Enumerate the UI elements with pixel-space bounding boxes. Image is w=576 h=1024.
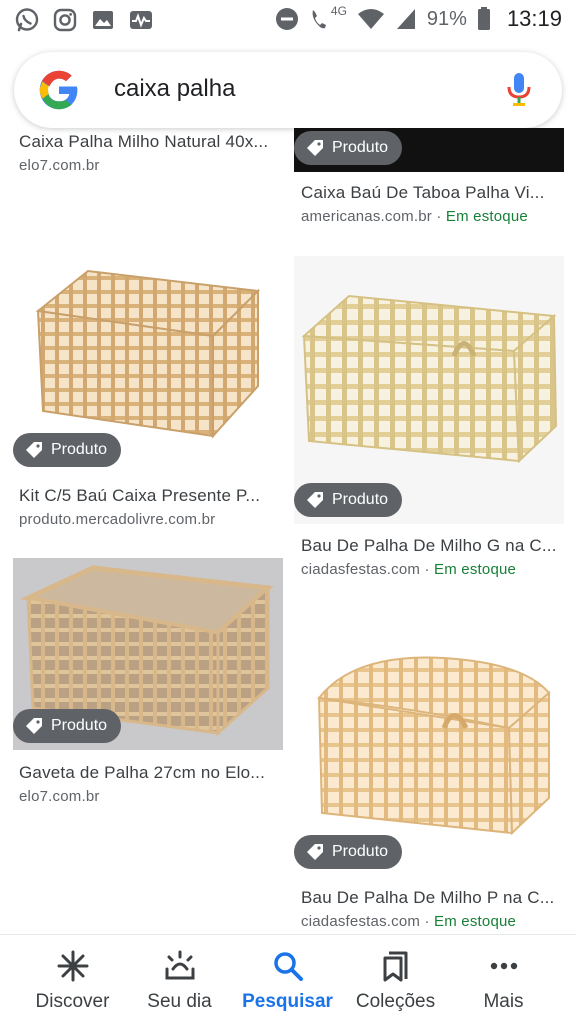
- gallery-icon: [93, 11, 113, 29]
- asterisk-icon: [57, 950, 88, 982]
- sunrise-icon: [165, 950, 194, 980]
- instagram-icon: [53, 8, 77, 32]
- result-card[interactable]: Produto Kit C/5 Baú Caixa Presente P... …: [13, 206, 283, 536]
- wifi-call-icon: [312, 10, 326, 29]
- battery-icon: [477, 7, 490, 30]
- nav-colecoes[interactable]: Coleções: [338, 949, 453, 1013]
- result-source: elo7.com.br: [19, 157, 100, 174]
- result-card[interactable]: Caixa Palha Milho Natural 40x... elo7.co…: [0, 128, 288, 188]
- tag-icon: [307, 140, 323, 156]
- whatsapp-icon: [15, 8, 39, 32]
- stock-status: Em estoque: [434, 561, 517, 578]
- stock-status: Em estoque: [434, 913, 517, 930]
- results-grid: Caixa Palha Milho Natural 40x... elo7.co…: [0, 128, 576, 934]
- result-source: ciadasfestas.com · Em estoque: [301, 561, 517, 578]
- clock: 13:19: [506, 6, 562, 31]
- nav-pesquisar[interactable]: Pesquisar: [230, 949, 345, 1013]
- signal-icon: [396, 9, 415, 29]
- search-query[interactable]: caixa palha: [114, 75, 235, 103]
- tag-icon: [307, 844, 323, 860]
- wifi-icon: [357, 9, 384, 29]
- product-badge: Produto: [294, 483, 403, 517]
- dnd-icon: [275, 8, 298, 30]
- more-dots-icon: [490, 962, 517, 970]
- result-title[interactable]: Gaveta de Palha 27cm no Elo...: [19, 763, 265, 783]
- network-indicator: 4G: [309, 4, 347, 31]
- result-source: americanas.com.br · Em estoque: [301, 208, 528, 225]
- result-title[interactable]: Caixa Baú De Taboa Palha Vi...: [301, 183, 545, 203]
- google-logo-icon: [39, 70, 78, 110]
- tag-icon: [307, 492, 323, 508]
- bookmarks-icon: [383, 951, 407, 982]
- stock-status: Em estoque: [445, 208, 528, 225]
- result-source: produto.mercadolivre.com.br: [19, 511, 216, 528]
- result-title[interactable]: Caixa Palha Milho Natural 40x...: [19, 132, 268, 152]
- result-card[interactable]: Produto Gaveta de Palha 27cm no Elo... e…: [13, 558, 283, 818]
- tag-icon: [26, 718, 42, 734]
- result-title[interactable]: Bau De Palha De Milho G na C...: [301, 536, 557, 556]
- activity-icon: [130, 11, 152, 29]
- result-card[interactable]: Produto Bau De Palha De Milho P na C... …: [294, 608, 564, 934]
- nav-discover[interactable]: Discover: [15, 949, 130, 1013]
- battery-percent: 91%: [426, 7, 467, 30]
- bottom-navigation: Discover Seu dia Pesquisar Coleções Mais: [0, 934, 576, 1024]
- nav-mais[interactable]: Mais: [446, 949, 561, 1013]
- result-title[interactable]: Bau De Palha De Milho P na C...: [301, 888, 554, 908]
- result-card[interactable]: Produto Bau De Palha De Milho G na C... …: [294, 256, 564, 586]
- product-badge: Produto: [13, 709, 122, 743]
- nav-seu-dia[interactable]: Seu dia: [122, 949, 237, 1013]
- result-title[interactable]: Kit C/5 Baú Caixa Presente P...: [19, 486, 260, 506]
- result-source: elo7.com.br: [19, 788, 100, 805]
- product-badge: Produto: [13, 433, 122, 467]
- result-source: ciadasfestas.com · Em estoque: [301, 913, 517, 930]
- search-bar[interactable]: caixa palha: [14, 52, 562, 128]
- tag-icon: [26, 442, 42, 458]
- product-badge: Produto: [294, 835, 403, 869]
- search-icon: [273, 952, 303, 981]
- product-badge: Produto: [294, 131, 403, 165]
- microphone-icon[interactable]: [506, 72, 532, 108]
- result-card[interactable]: Produto Caixa Baú De Taboa Palha Vi... a…: [294, 128, 564, 228]
- status-bar: 4G 91% 13:19: [0, 0, 576, 40]
